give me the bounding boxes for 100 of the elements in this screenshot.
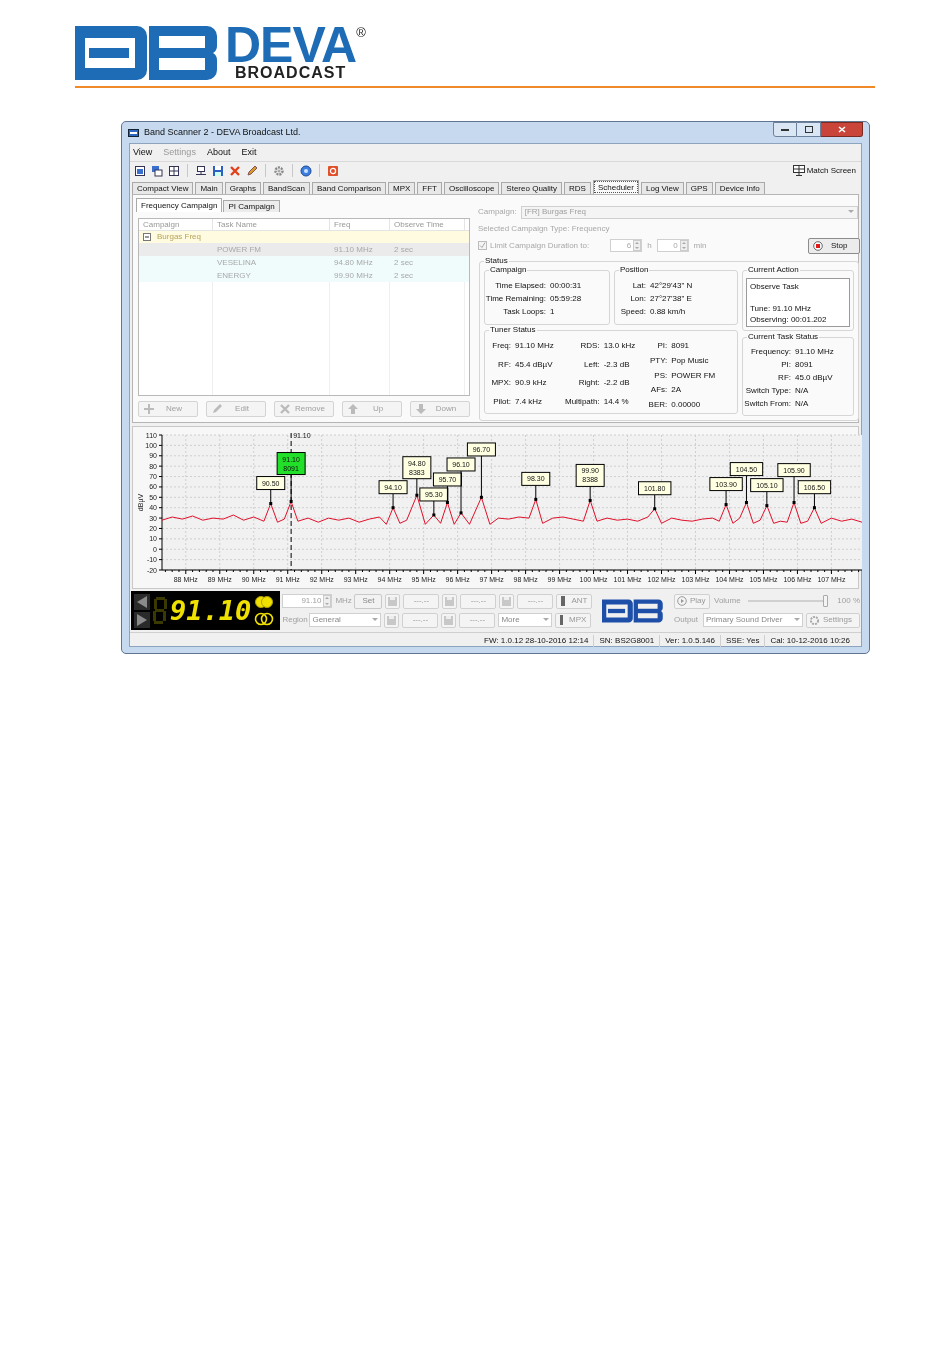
tab[interactable]: BandScan xyxy=(263,182,310,194)
match-screen-button[interactable]: Match Screen xyxy=(792,164,858,177)
more-select[interactable]: More xyxy=(498,613,553,627)
tab[interactable]: GPS xyxy=(685,182,713,194)
peak-marker xyxy=(653,507,657,511)
field-label: PTY: xyxy=(648,354,668,367)
save-icon xyxy=(444,615,454,625)
brand-name: DEVA xyxy=(225,26,357,64)
leader-line xyxy=(290,474,292,502)
action-text: Tune: 91.10 MHz xyxy=(750,303,813,314)
window-icon[interactable] xyxy=(134,164,146,177)
tab[interactable]: Oscilloscope xyxy=(444,182,500,194)
tab[interactable]: RDS xyxy=(564,182,591,194)
status-text: SN: BS2G8001 xyxy=(593,634,660,647)
tab[interactable]: Log View xyxy=(641,182,684,194)
gear-icon[interactable] xyxy=(273,164,285,177)
field-value: 27°27'38" E xyxy=(650,293,693,305)
field-label: MPX: xyxy=(490,377,511,389)
menu-item[interactable]: Exit xyxy=(241,145,257,160)
peak-marker xyxy=(459,511,463,515)
up-arrow-icon xyxy=(347,403,359,415)
field-value: N/A xyxy=(795,385,810,398)
save-icon xyxy=(445,596,455,606)
close-button[interactable] xyxy=(821,122,863,137)
field-label: Time Remaining: xyxy=(485,293,546,305)
field-value: POWER FM xyxy=(671,369,716,382)
frequency-readout: 91.10 xyxy=(170,595,252,626)
unit-label: MHz xyxy=(335,595,352,607)
save-icon[interactable] xyxy=(212,164,224,177)
field-value: 7.4 kHz xyxy=(515,395,544,408)
tab[interactable]: Scheduler xyxy=(592,180,639,194)
peak-marker xyxy=(479,495,483,499)
tab[interactable]: Main xyxy=(195,182,223,194)
output-select[interactable]: Primary Sound Driver xyxy=(703,613,803,627)
field-label: RDS: xyxy=(579,340,600,352)
peak-marker xyxy=(744,501,748,504)
peak-marker xyxy=(269,502,273,506)
minimize-button[interactable] xyxy=(773,122,797,137)
peak-marker xyxy=(432,513,436,517)
collapse-icon[interactable] xyxy=(143,233,151,241)
table-cell-text: POWER FM xyxy=(216,243,262,256)
field-value: 2A xyxy=(671,384,683,397)
globe-icon[interactable] xyxy=(300,164,312,177)
field-value: 90.9 kHz xyxy=(515,377,548,389)
field-label: Time Elapsed: xyxy=(494,280,546,292)
field-value: 13.0 kHz xyxy=(603,340,636,352)
group-title: Current Action xyxy=(747,265,800,275)
field-label: PI: xyxy=(656,340,668,352)
pencil-icon[interactable] xyxy=(246,164,258,177)
field-label: Switch From: xyxy=(743,398,791,411)
power-icon[interactable] xyxy=(327,164,339,177)
left-arrow-button[interactable] xyxy=(134,593,150,610)
field-label: Region xyxy=(282,614,307,626)
windows-icon[interactable] xyxy=(151,164,163,177)
grid-icon[interactable] xyxy=(168,164,180,177)
tab[interactable]: Stereo Quality xyxy=(501,182,563,194)
field-value: 45.4 dBµV xyxy=(515,358,554,371)
field-value: Pop Music xyxy=(671,354,710,367)
maximize-button[interactable] xyxy=(797,122,821,137)
peak-marker xyxy=(765,504,769,508)
maximize-icon xyxy=(804,126,813,133)
peak-marker xyxy=(534,497,538,501)
field-label: Output xyxy=(674,614,699,626)
field-label: Task Loops: xyxy=(502,306,546,318)
tab[interactable]: FFT xyxy=(417,182,442,194)
menu-item[interactable]: View xyxy=(133,145,153,160)
tab[interactable]: PI Campaign xyxy=(223,200,280,212)
tab[interactable]: Frequency Campaign xyxy=(136,198,223,212)
tab[interactable]: Device Info xyxy=(714,182,765,194)
field-value: -2.3 dB xyxy=(603,358,631,371)
leader-line xyxy=(392,493,394,509)
unit-label: h xyxy=(647,239,652,252)
menu-item[interactable]: About xyxy=(206,145,231,160)
peak-marker xyxy=(792,501,796,504)
network-icon[interactable] xyxy=(195,164,207,177)
tab[interactable]: Band Comparison xyxy=(311,182,386,194)
tab[interactable]: Compact View xyxy=(132,182,194,194)
peak-marker xyxy=(724,503,728,507)
minimize-icon xyxy=(781,128,789,131)
right-arrow-button[interactable] xyxy=(134,611,150,628)
region-select[interactable]: General xyxy=(309,613,382,627)
save-icon xyxy=(388,596,398,606)
volume-slider[interactable] xyxy=(748,595,828,607)
field-value: 0.88 km/h xyxy=(650,306,687,318)
play-icon xyxy=(677,596,687,606)
field-label: Speed: xyxy=(619,306,646,318)
checkbox-label: Limit Campaign Duration to: xyxy=(490,239,590,252)
tab[interactable]: Graphs xyxy=(224,182,261,194)
field-value: 14.4 % xyxy=(603,395,630,408)
tab[interactable]: MPX xyxy=(388,182,416,194)
slider-thumb[interactable] xyxy=(822,595,828,607)
stop-button[interactable]: Stop xyxy=(808,237,860,254)
status-text: SSE: Yes xyxy=(720,634,765,647)
record-icon xyxy=(813,240,823,251)
window-title: Band Scanner 2 - DEVA Broadcast Ltd. xyxy=(144,125,301,139)
delete-icon[interactable] xyxy=(229,164,241,177)
leader-line xyxy=(793,476,795,503)
peak-marker xyxy=(812,506,816,510)
table-cell-text: VESELINA xyxy=(216,256,258,269)
field-label: PI: xyxy=(780,359,791,372)
